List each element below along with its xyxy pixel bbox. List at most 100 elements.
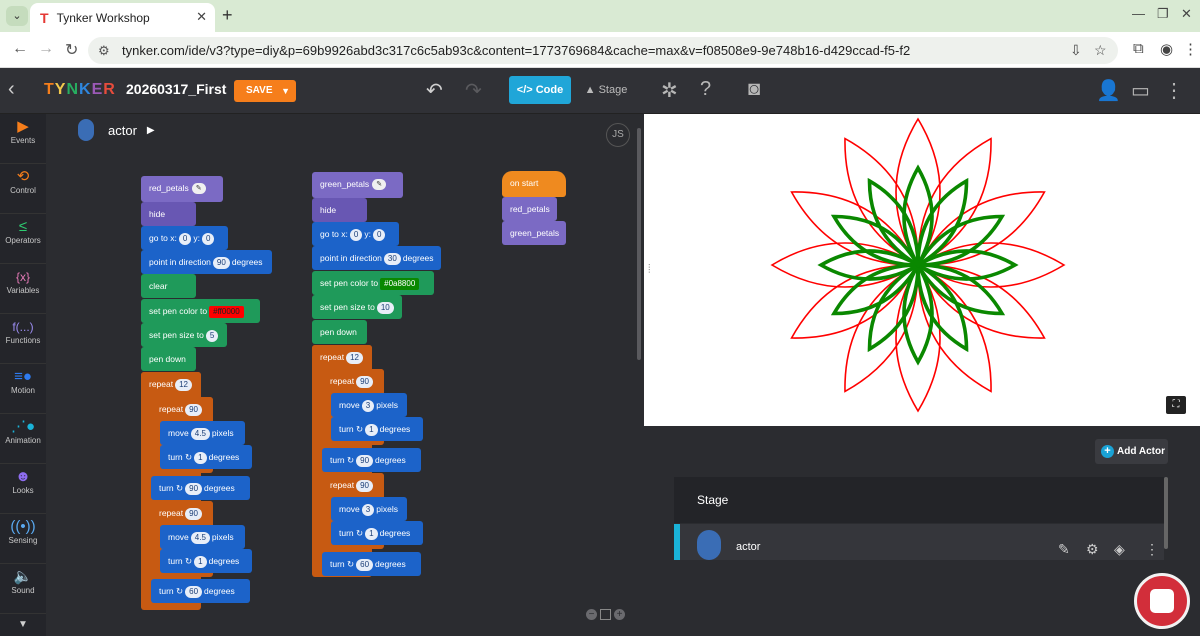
workspace-scrollbar[interactable] [637,128,641,360]
repeat-block[interactable]: repeat 12 [141,372,201,396]
browser-tab[interactable]: T Tynker Workshop ✕ [30,3,215,32]
turn-block[interactable]: turn ↻ 1 degrees [331,521,423,545]
stage-tab-button[interactable]: ▲ Stage [578,76,634,104]
category-variables[interactable]: {x} Variables [0,264,46,314]
call-red-petals-block[interactable]: red_petals [502,197,557,221]
debug-bug-icon[interactable]: ✲ [661,78,678,103]
goto-block[interactable]: go to x: 0 y: 0 [141,226,228,250]
point-direction-block[interactable]: point in direction 90 degrees [141,250,272,274]
size-input[interactable]: 10 [376,301,394,314]
direction-input[interactable]: 30 [383,252,401,265]
repeat-count-input[interactable]: 90 [356,479,374,492]
layers-icon[interactable]: ◈ [1114,541,1125,558]
category-looks[interactable]: ☻ Looks [0,464,46,514]
repeat-block[interactable]: repeat 90 [151,501,213,525]
category-control[interactable]: ⟲ Control [0,164,46,214]
code-tab-button[interactable]: </> Code [509,76,571,104]
turn-block[interactable]: turn ↻ 1 degrees [160,445,252,469]
reload-icon[interactable]: ↻ [65,40,78,60]
turn-input[interactable]: 1 [365,527,378,540]
color-input[interactable]: #ff0000 [209,305,244,318]
category-motion[interactable]: ≡● Motion [0,364,46,414]
repeat-block[interactable]: repeat 90 [322,369,384,393]
tab-search-button[interactable]: ⌄ [6,6,28,26]
actor-header[interactable]: actor ▶ [78,118,155,142]
edit-pencil-icon[interactable]: ✎ [191,183,206,195]
turn-input[interactable]: 1 [194,555,207,568]
backpack-icon[interactable]: ◙ [748,78,760,101]
turn-block[interactable]: turn ↻ 90 degrees [322,448,421,472]
fullscreen-icon[interactable]: ⛶ [1166,396,1186,414]
category-events[interactable]: ▶ Events [0,114,46,164]
call-green-petals-block[interactable]: green_petals [502,221,566,245]
function-definition-block[interactable]: red_petals ✎ [141,176,223,202]
set-pen-color-block[interactable]: set pen color to #0a8800 [312,271,434,295]
profile-icon[interactable]: ◉ [1160,40,1173,58]
edit-pencil-icon[interactable]: ✎ [1058,541,1070,558]
x-input[interactable]: 0 [349,228,363,241]
more-options-icon[interactable]: ⋮ [1145,541,1159,558]
extensions-icon[interactable]: ⧉ [1133,40,1144,57]
stage-canvas[interactable] [644,114,1200,426]
bookmark-star-icon[interactable]: ☆ [1094,37,1107,64]
back-icon[interactable]: ← [12,40,28,58]
actor-list-scrollbar[interactable] [1164,477,1168,549]
turn-block[interactable]: turn ↻ 1 degrees [160,549,252,573]
minimize-icon[interactable]: — [1132,6,1145,21]
add-actor-button[interactable]: + Add Actor [1095,439,1168,464]
category-operators[interactable]: ≤ Operators [0,214,46,264]
turn-block[interactable]: turn ↻ 60 degrees [322,552,421,576]
settings-gear-icon[interactable]: ⚙ [1086,541,1099,558]
set-pen-color-block[interactable]: set pen color to #ff0000 [141,299,260,323]
point-direction-block[interactable]: point in direction 30 degrees [312,246,441,270]
redo-icon[interactable]: ↷ [465,78,482,103]
color-input[interactable]: #0a8800 [380,277,420,290]
repeat-block[interactable]: repeat 90 [322,473,384,497]
zoom-out-icon[interactable]: − [586,609,597,620]
category-animation[interactable]: ⋰● Animation [0,414,46,464]
category-sound[interactable]: 🔈 Sound [0,564,46,614]
zoom-reset-icon[interactable] [600,609,611,620]
site-info-icon[interactable]: ⚙ [98,37,110,64]
repeat-block[interactable]: repeat 12 [312,345,372,369]
move-input[interactable]: 4.5 [190,427,210,440]
help-icon[interactable]: ? [700,78,711,101]
project-name[interactable]: 20260317_First [126,81,226,97]
panel-resize-handle[interactable]: ⦙ [648,262,651,277]
direction-input[interactable]: 90 [212,256,230,269]
turn-input[interactable]: 1 [365,423,378,436]
set-pen-size-block[interactable]: set pen size to 5 [141,323,227,347]
move-input[interactable]: 4.5 [190,531,210,544]
turn-block[interactable]: turn ↻ 90 degrees [151,476,250,500]
move-input[interactable]: 3 [361,399,375,412]
x-input[interactable]: 0 [178,232,192,245]
save-dropdown-icon[interactable]: ▼ [281,80,290,102]
js-view-button[interactable]: JS [606,123,630,147]
tynker-logo[interactable]: TYNKER [44,81,116,99]
close-window-icon[interactable]: ✕ [1181,6,1192,22]
set-pen-size-block[interactable]: set pen size to 10 [312,295,402,319]
turn-input[interactable]: 90 [356,454,374,467]
category-sensing[interactable]: ((•)) Sensing [0,514,46,564]
hide-block[interactable]: hide [141,202,196,226]
sidebar-scroll-down-icon[interactable]: ▼ [18,619,28,630]
move-block[interactable]: move 3 pixels [331,497,407,521]
move-block[interactable]: move 4.5 pixels [160,421,245,445]
goto-block[interactable]: go to x: 0 y: 0 [312,222,399,246]
category-functions[interactable]: f(...) Functions [0,314,46,364]
pen-down-block[interactable]: pen down [141,347,196,371]
y-input[interactable]: 0 [372,228,386,241]
new-tab-button[interactable]: + [222,5,233,26]
turn-input[interactable]: 60 [356,558,374,571]
save-button[interactable]: SAVE ▼ [234,80,296,102]
record-button[interactable] [1134,573,1190,629]
tab-close-icon[interactable]: ✕ [196,9,207,25]
stage-list-item[interactable]: Stage [674,477,1164,523]
pen-down-block[interactable]: pen down [312,320,367,344]
forward-icon[interactable]: → [38,40,54,58]
url-field[interactable]: ⚙ tynker.com/ide/v3?type=diy&p=69b9926ab… [88,37,1118,64]
move-input[interactable]: 3 [361,503,375,516]
maximize-icon[interactable]: ❐ [1157,6,1169,22]
function-definition-block[interactable]: green_petals ✎ [312,172,403,198]
user-icon[interactable]: 👤 [1096,78,1121,103]
